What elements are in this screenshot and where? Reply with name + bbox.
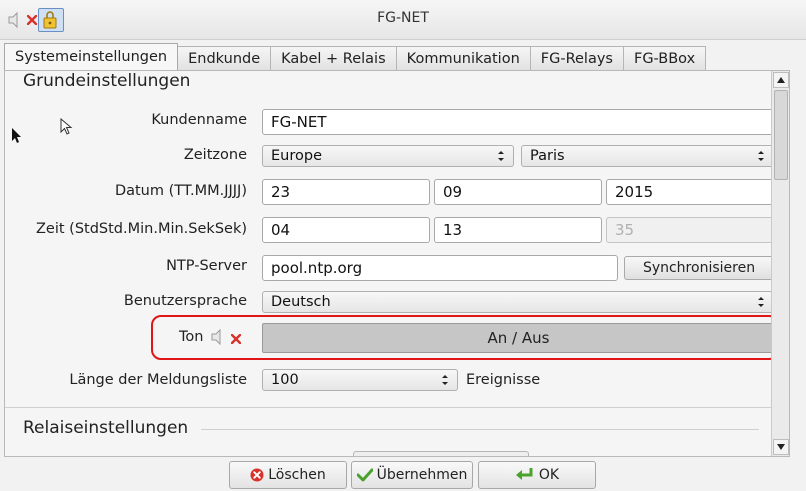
time-minute-input[interactable]: 13 (434, 217, 602, 243)
tab-endkunde[interactable]: Endkunde (177, 46, 272, 70)
scroll-down-button[interactable] (773, 439, 789, 455)
enter-arrow-icon (515, 468, 533, 480)
delete-button-label: Löschen (268, 467, 326, 483)
apply-button[interactable]: Übernehmen (351, 461, 473, 489)
delete-x-circle-icon (250, 468, 264, 482)
time-label: Zeit (StdStd.Min.Min.SekSek) (35, 221, 247, 237)
language-value: Deutsch (271, 294, 331, 310)
select-arrows-icon (442, 375, 448, 385)
customer-name-label: Kundenname (151, 112, 247, 128)
apply-button-label: Übernehmen (376, 467, 468, 483)
timezone-region-value: Europe (271, 148, 322, 164)
section-title-rule (201, 429, 759, 430)
date-label: Datum (TT.MM.JJJJ) (114, 183, 247, 199)
settings-window: FG-NET Systemeinstellungen Endkunde Kabe… (0, 0, 806, 491)
select-arrows-icon (758, 297, 764, 307)
time-second-input: 35 (606, 217, 774, 243)
cursor-outline-icon (60, 117, 76, 140)
time-hour-input[interactable]: 04 (262, 217, 430, 243)
message-list-unit: Ereignisse (466, 372, 541, 388)
language-select[interactable]: Deutsch (262, 291, 774, 313)
date-year-input[interactable]: 2015 (606, 179, 774, 205)
language-label: Benutzersprache (123, 293, 247, 309)
customer-name-input[interactable]: FG-NET (262, 109, 774, 135)
ntp-server-input[interactable]: pool.ntp.org (262, 255, 618, 281)
section-title-relay: Relaiseinstellungen (23, 418, 189, 438)
section-title-basic: Grundeinstellungen (23, 71, 191, 91)
date-day-input[interactable]: 23 (262, 179, 430, 205)
timezone-label: Zeitzone (183, 147, 247, 163)
scrollbar-thumb[interactable] (774, 90, 788, 180)
section-divider (5, 407, 771, 408)
cursor-arrow-icon (12, 128, 22, 148)
partial-control (353, 451, 529, 456)
speaker-muted-icon (210, 328, 228, 346)
date-month-input[interactable]: 09 (434, 179, 602, 205)
tab-kabel-relais[interactable]: Kabel + Relais (270, 46, 397, 70)
sound-label: Ton (179, 329, 204, 345)
sound-toggle-button[interactable]: An / Aus (262, 323, 775, 353)
settings-panel: Grundeinstellungen Kundenname FG-NET Zei… (4, 70, 790, 457)
tab-fg-relays[interactable]: FG-Relays (529, 46, 624, 70)
message-list-length-select[interactable]: 100 (262, 369, 458, 391)
title-bar: FG-NET (0, 0, 806, 40)
select-arrows-icon (498, 151, 504, 161)
timezone-city-select[interactable]: Paris (521, 145, 774, 167)
vertical-scrollbar[interactable] (771, 71, 789, 456)
ntp-server-label: NTP-Server (166, 258, 247, 274)
mute-x-icon (230, 332, 242, 345)
arrow-down-icon (777, 444, 785, 450)
message-list-length-label: Länge der Meldungsliste (69, 372, 247, 388)
timezone-city-value: Paris (530, 148, 565, 164)
tab-bar: Systemeinstellungen Endkunde Kabel + Rel… (4, 43, 707, 70)
scroll-up-button[interactable] (773, 72, 789, 88)
tab-kommunikation[interactable]: Kommunikation (395, 46, 531, 70)
tab-systemeinstellungen[interactable]: Systemeinstellungen (4, 43, 179, 70)
select-arrows-icon (758, 151, 764, 161)
checkmark-icon (356, 468, 373, 482)
ok-button-label: OK (538, 467, 560, 483)
timezone-region-select[interactable]: Europe (262, 145, 514, 167)
ok-button[interactable]: OK (478, 461, 596, 489)
message-list-length-value: 100 (271, 372, 299, 388)
tab-fg-bbox[interactable]: FG-BBox (622, 46, 707, 70)
arrow-up-icon (777, 77, 785, 83)
synchronize-button[interactable]: Synchronisieren (624, 256, 774, 280)
window-title: FG-NET (377, 10, 429, 26)
delete-button[interactable]: Löschen (229, 461, 347, 489)
